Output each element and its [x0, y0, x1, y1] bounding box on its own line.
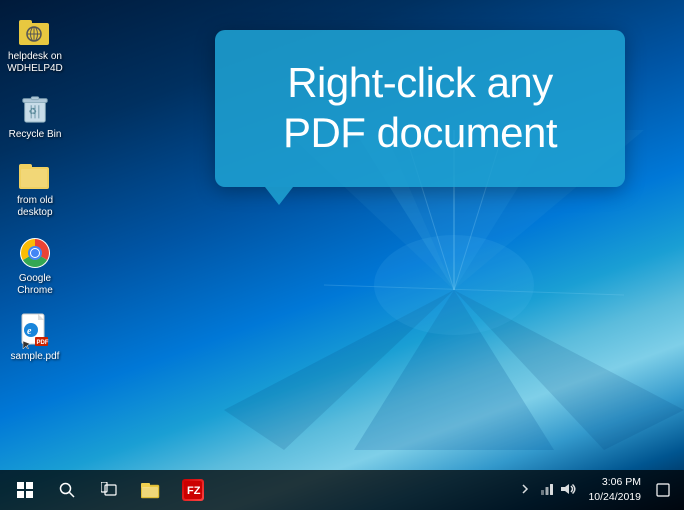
pdf-file-icon: e PDF	[19, 315, 51, 347]
tray-chevron-icon[interactable]	[518, 480, 532, 501]
taskbar-app-explorer[interactable]	[131, 470, 171, 510]
helpdesk-icon	[19, 15, 51, 47]
clock[interactable]: 3:06 PM 10/24/2019	[582, 473, 647, 506]
clock-time: 3:06 PM	[602, 475, 641, 490]
pdf-label: sample.pdf	[11, 351, 60, 363]
svg-text:e: e	[27, 326, 32, 337]
desktop-icon-helpdesk[interactable]: helpdesk on WDHELP4D	[0, 10, 70, 80]
clock-date: 10/24/2019	[588, 490, 641, 505]
filezilla-icon: FZ	[182, 479, 204, 501]
desktop-icons-area: helpdesk on WDHELP4D ♻	[0, 0, 80, 386]
taskbar-right: 3:06 PM 10/24/2019	[518, 470, 679, 510]
chrome-icon	[19, 237, 51, 269]
taskbar-left: FZ	[5, 470, 213, 510]
callout-box: Right-click any PDF document	[215, 30, 625, 187]
tray-icons	[518, 480, 578, 501]
recycle-bin-icon: ♻	[19, 93, 51, 125]
taskbar: FZ	[0, 470, 684, 510]
svg-text:FZ: FZ	[187, 485, 201, 497]
svg-text:♻: ♻	[28, 107, 36, 117]
desktop-icon-old-desktop[interactable]: from old desktop	[0, 154, 70, 224]
chrome-label: Google Chrome	[5, 273, 65, 297]
callout-text: Right-click any PDF document	[250, 58, 590, 159]
start-button[interactable]	[5, 470, 45, 510]
search-button[interactable]	[47, 470, 87, 510]
tray-network-icon[interactable]	[535, 480, 555, 501]
task-view-button[interactable]	[89, 470, 129, 510]
desktop: helpdesk on WDHELP4D ♻	[0, 0, 684, 510]
desktop-icon-recycle-bin[interactable]: ♻ Recycle Bin	[0, 88, 70, 146]
notification-button[interactable]	[651, 470, 675, 510]
svg-text:PDF: PDF	[37, 340, 49, 346]
taskbar-app-filezilla[interactable]: FZ	[173, 470, 213, 510]
desktop-icon-sample-pdf[interactable]: e PDF sample.pdf	[0, 310, 70, 368]
helpdesk-label: helpdesk on WDHELP4D	[5, 51, 65, 75]
old-desktop-folder-icon	[19, 159, 51, 191]
recycle-bin-label: Recycle Bin	[9, 129, 62, 141]
desktop-icon-chrome[interactable]: Google Chrome	[0, 232, 70, 302]
old-desktop-label: from old desktop	[5, 195, 65, 219]
tray-volume-icon[interactable]	[558, 480, 578, 501]
